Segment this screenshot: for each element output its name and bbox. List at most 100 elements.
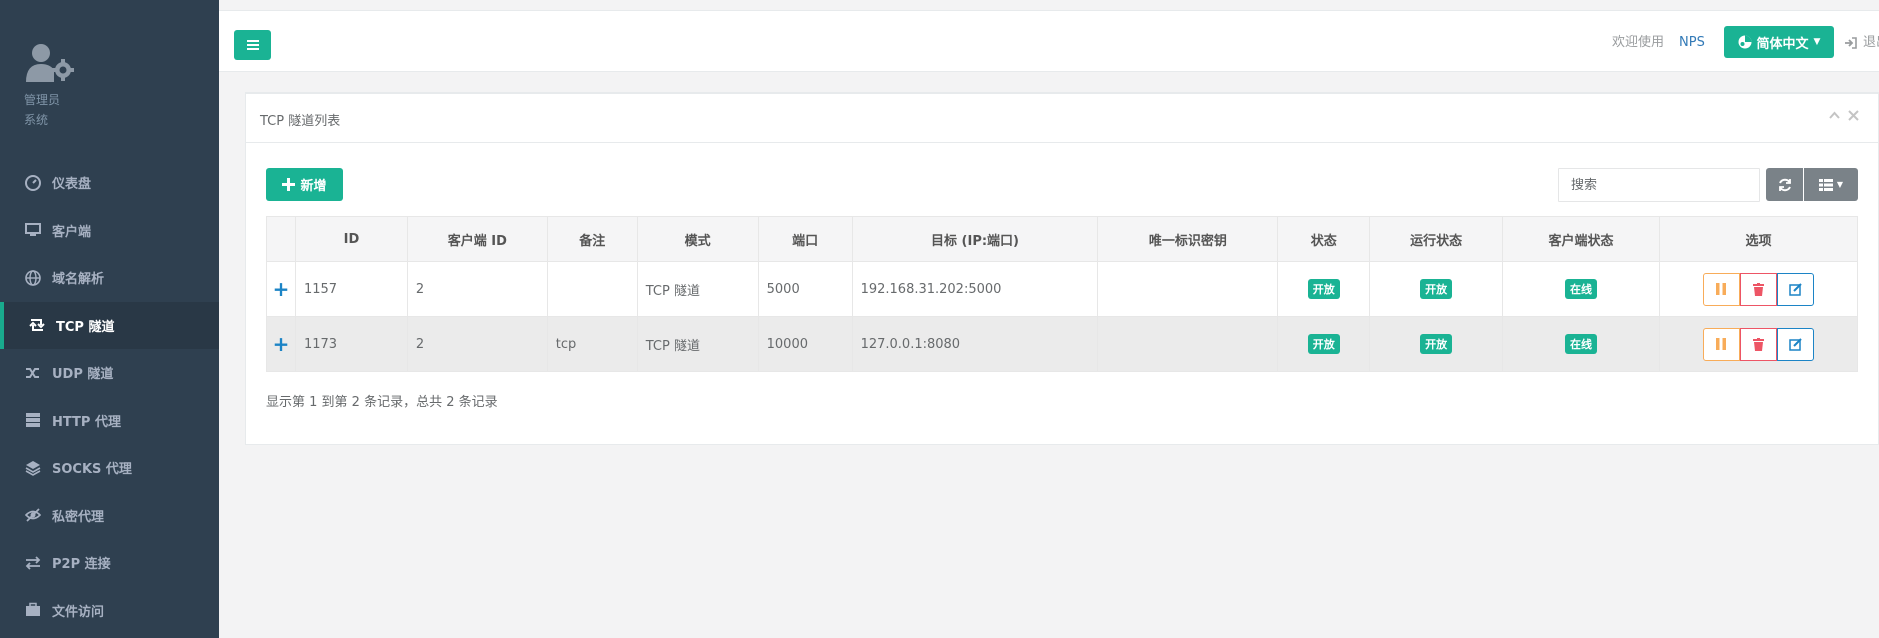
layers-icon — [24, 460, 42, 476]
nav-socks-proxy[interactable]: SOCKS 代理 — [0, 444, 219, 492]
cell-target: 192.168.31.202:5000 — [851, 261, 1099, 317]
table-row: + 1173 2 tcp TCP 隧道 10000 127.0.0.1:8080… — [266, 316, 1859, 372]
nav-tcp-tunnel[interactable]: TCP 隧道 — [0, 301, 219, 349]
sign-out-icon — [1845, 37, 1857, 49]
profile-system: 系统 — [24, 113, 49, 127]
cell-id: 1157 — [294, 261, 408, 317]
cell-client-id: 2 — [406, 316, 548, 372]
cell-client-status: 在线 — [1502, 316, 1660, 372]
sidebar: 管理员 系统 仪表盘 客户端 域名解析 TCP 隧道 UDP 隧道 HTTP 代… — [0, 0, 219, 638]
col-options: 选项 — [1658, 216, 1859, 262]
cell-target: 127.0.0.1:8080 — [851, 316, 1099, 372]
language-dropdown[interactable]: 简体中文 ▼ — [1724, 26, 1834, 58]
language-icon — [1738, 35, 1752, 49]
expand-row-button[interactable]: + — [266, 316, 296, 372]
topbar: 欢迎使用 NPS 简体中文 ▼ 退出 — [219, 10, 1879, 72]
col-remark[interactable]: 备注 — [546, 216, 638, 262]
th-list-icon — [1818, 178, 1833, 191]
cell-remark — [546, 261, 638, 317]
briefcase-icon — [24, 602, 42, 618]
nav-label: 域名解析 — [52, 272, 105, 288]
cell-run-status: 开放 — [1369, 261, 1504, 317]
nav-http-proxy[interactable]: HTTP 代理 — [0, 397, 219, 445]
col-target[interactable]: 目标 (IP:端口) — [851, 216, 1099, 262]
refresh-button[interactable] — [1766, 168, 1803, 201]
logout-label: 退出 — [1863, 35, 1879, 50]
tunnel-table: ID 客户端 ID 备注 模式 端口 目标 (IP:端口) 唯一标识密钥 状态 … — [266, 216, 1859, 372]
tcp-tunnel-panel: TCP 隧道列表 新增 ▼ ID 客户端 ID 备注 — [245, 92, 1879, 445]
collapse-icon[interactable] — [1829, 109, 1840, 125]
col-run-status[interactable]: 运行状态 — [1369, 216, 1504, 262]
delete-button[interactable] — [1739, 327, 1777, 361]
pause-button[interactable] — [1702, 327, 1740, 361]
dashboard-icon — [24, 174, 42, 191]
profile: 管理员 系统 — [24, 42, 76, 130]
cell-client-id: 2 — [406, 261, 548, 317]
retweet-icon — [28, 317, 46, 333]
nav-label: 私密代理 — [52, 509, 105, 525]
server-icon — [24, 412, 42, 428]
client-status-badge: 在线 — [1565, 334, 1598, 354]
col-client-status[interactable]: 客户端状态 — [1502, 216, 1660, 262]
sidebar-nav: 仪表盘 客户端 域名解析 TCP 隧道 UDP 隧道 HTTP 代理 SOCKS… — [0, 159, 219, 634]
cell-key — [1097, 316, 1279, 372]
nav-label: TCP 隧道 — [56, 319, 115, 335]
edit-button[interactable] — [1776, 327, 1814, 361]
nav-secret-proxy[interactable]: 私密代理 — [0, 492, 219, 540]
brand-link[interactable]: NPS — [1679, 33, 1705, 53]
client-status-badge: 在线 — [1565, 279, 1598, 299]
pause-button[interactable] — [1702, 272, 1740, 306]
nav-label: 文件访问 — [52, 604, 105, 620]
add-button[interactable]: 新增 — [266, 168, 343, 201]
cell-status: 开放 — [1277, 261, 1371, 317]
nav-p2p[interactable]: P2P 连接 — [0, 539, 219, 587]
status-badge: 开放 — [1307, 279, 1340, 299]
nav-udp-tunnel[interactable]: UDP 隧道 — [0, 349, 219, 397]
col-mode[interactable]: 模式 — [636, 216, 759, 262]
col-expand — [266, 216, 296, 262]
col-key[interactable]: 唯一标识密钥 — [1097, 216, 1279, 262]
edit-button[interactable] — [1776, 272, 1814, 306]
edit-icon — [1789, 282, 1802, 296]
panel-title: TCP 隧道列表 — [260, 114, 341, 129]
logout-link[interactable]: 退出 — [1844, 33, 1879, 53]
random-icon — [24, 365, 42, 381]
welcome-text: 欢迎使用 — [1612, 35, 1665, 50]
nav-clients[interactable]: 客户端 — [0, 207, 219, 255]
caret-down-icon: ▼ — [1813, 37, 1821, 47]
panel-tools — [1829, 109, 1859, 125]
close-icon[interactable] — [1848, 109, 1859, 125]
pause-icon — [1716, 338, 1727, 350]
nav-label: HTTP 代理 — [52, 414, 121, 430]
exchange-icon — [24, 555, 42, 571]
nav-label: 客户端 — [52, 224, 92, 240]
nav-label: 仪表盘 — [52, 177, 92, 193]
pause-icon — [1716, 283, 1727, 295]
expand-row-button[interactable]: + — [266, 261, 296, 317]
cell-port: 5000 — [757, 261, 853, 317]
search-input[interactable] — [1558, 168, 1760, 202]
nav-file-access[interactable]: 文件访问 — [0, 587, 219, 635]
nav-label: P2P 连接 — [52, 557, 111, 573]
cell-mode: TCP 隧道 — [636, 316, 759, 372]
profile-role: 管理员 — [24, 93, 61, 107]
menu-toggle-button[interactable] — [234, 30, 271, 60]
nav-domain[interactable]: 域名解析 — [0, 254, 219, 302]
language-label: 简体中文 — [1756, 36, 1809, 52]
run-status-badge: 开放 — [1420, 334, 1453, 354]
nav-dashboard[interactable]: 仪表盘 — [0, 159, 219, 207]
trash-icon — [1752, 337, 1764, 351]
cell-status: 开放 — [1277, 316, 1371, 372]
nav-label: SOCKS 代理 — [52, 462, 132, 478]
caret-down-icon: ▼ — [1836, 180, 1844, 189]
pagination-info: 显示第 1 到第 2 条记录，总共 2 条记录 — [266, 395, 498, 410]
columns-toggle-button[interactable]: ▼ — [1804, 168, 1858, 201]
col-client-id[interactable]: 客户端 ID — [406, 216, 548, 262]
cell-options — [1658, 261, 1859, 317]
table-header-row: ID 客户端 ID 备注 模式 端口 目标 (IP:端口) 唯一标识密钥 状态 … — [266, 216, 1859, 262]
cell-port: 10000 — [757, 316, 853, 372]
col-status[interactable]: 状态 — [1277, 216, 1371, 262]
col-id[interactable]: ID — [294, 216, 408, 262]
col-port[interactable]: 端口 — [757, 216, 853, 262]
delete-button[interactable] — [1739, 272, 1777, 306]
